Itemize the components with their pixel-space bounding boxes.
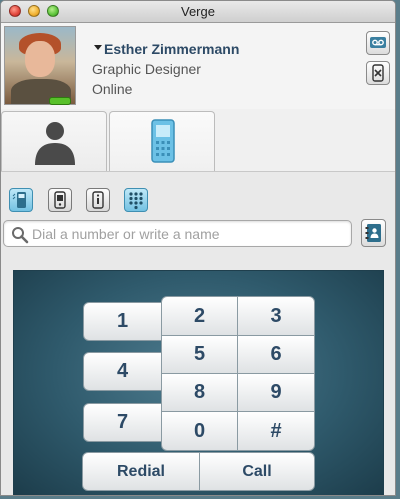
- phone-dial-icon: [12, 192, 26, 208]
- device-info-icon: [92, 191, 104, 209]
- window-title: Verge: [181, 4, 215, 19]
- key-2[interactable]: 2: [161, 296, 238, 336]
- key-0[interactable]: 0: [161, 411, 238, 451]
- call-button[interactable]: Call: [199, 452, 315, 491]
- tab-phone[interactable]: [109, 111, 215, 172]
- end-call-button[interactable]: [366, 61, 390, 85]
- dialpad-panel: 1 4 7 2 5 8 0 3 6 9 # Redial Call: [13, 270, 384, 495]
- key-8[interactable]: 8: [161, 373, 238, 412]
- key-1[interactable]: 1: [83, 302, 162, 341]
- profile-role: Graphic Designer: [92, 61, 201, 77]
- profile-name[interactable]: Esther Zimmermann: [104, 41, 239, 57]
- address-book-icon: [365, 224, 381, 242]
- key-7[interactable]: 7: [83, 403, 162, 442]
- avatar[interactable]: [4, 26, 76, 105]
- mode-cell-button[interactable]: [48, 188, 72, 212]
- key-9[interactable]: 9: [237, 373, 315, 412]
- phone-panel: 1 4 7 2 5 8 0 3 6 9 # Redial Call: [1, 171, 395, 495]
- mode-device-button[interactable]: [86, 188, 110, 212]
- redial-button[interactable]: Redial: [82, 452, 200, 491]
- mode-dialer-button[interactable]: [9, 188, 33, 212]
- cellphone-icon: [54, 191, 66, 209]
- presence-status[interactable]: Online: [92, 81, 132, 97]
- mode-keypad-button[interactable]: [124, 188, 148, 212]
- app-window: Verge Esther Zimmermann Graphic Designer…: [0, 0, 396, 496]
- key-hash[interactable]: #: [237, 411, 315, 451]
- tab-contacts[interactable]: [1, 111, 107, 172]
- voicemail-button[interactable]: [366, 31, 390, 55]
- title-bar[interactable]: Verge: [1, 1, 395, 23]
- phone-off-icon: [372, 64, 384, 82]
- search-box: [3, 220, 352, 247]
- search-icon: [12, 227, 29, 244]
- presence-indicator: [49, 97, 71, 105]
- chevron-down-icon[interactable]: [94, 45, 102, 50]
- main-tabs: [1, 109, 395, 172]
- key-5[interactable]: 5: [161, 335, 238, 374]
- search-input[interactable]: [32, 224, 342, 243]
- key-6[interactable]: 6: [237, 335, 315, 374]
- key-3[interactable]: 3: [237, 296, 315, 336]
- mobile-phone-icon: [151, 119, 175, 163]
- address-book-button[interactable]: [361, 219, 386, 247]
- keypad-grid-icon: [129, 192, 143, 210]
- key-4[interactable]: 4: [83, 352, 162, 391]
- person-icon: [35, 122, 75, 165]
- profile-header: Esther Zimmermann Graphic Designer Onlin…: [1, 23, 395, 109]
- voicemail-icon: [370, 37, 386, 48]
